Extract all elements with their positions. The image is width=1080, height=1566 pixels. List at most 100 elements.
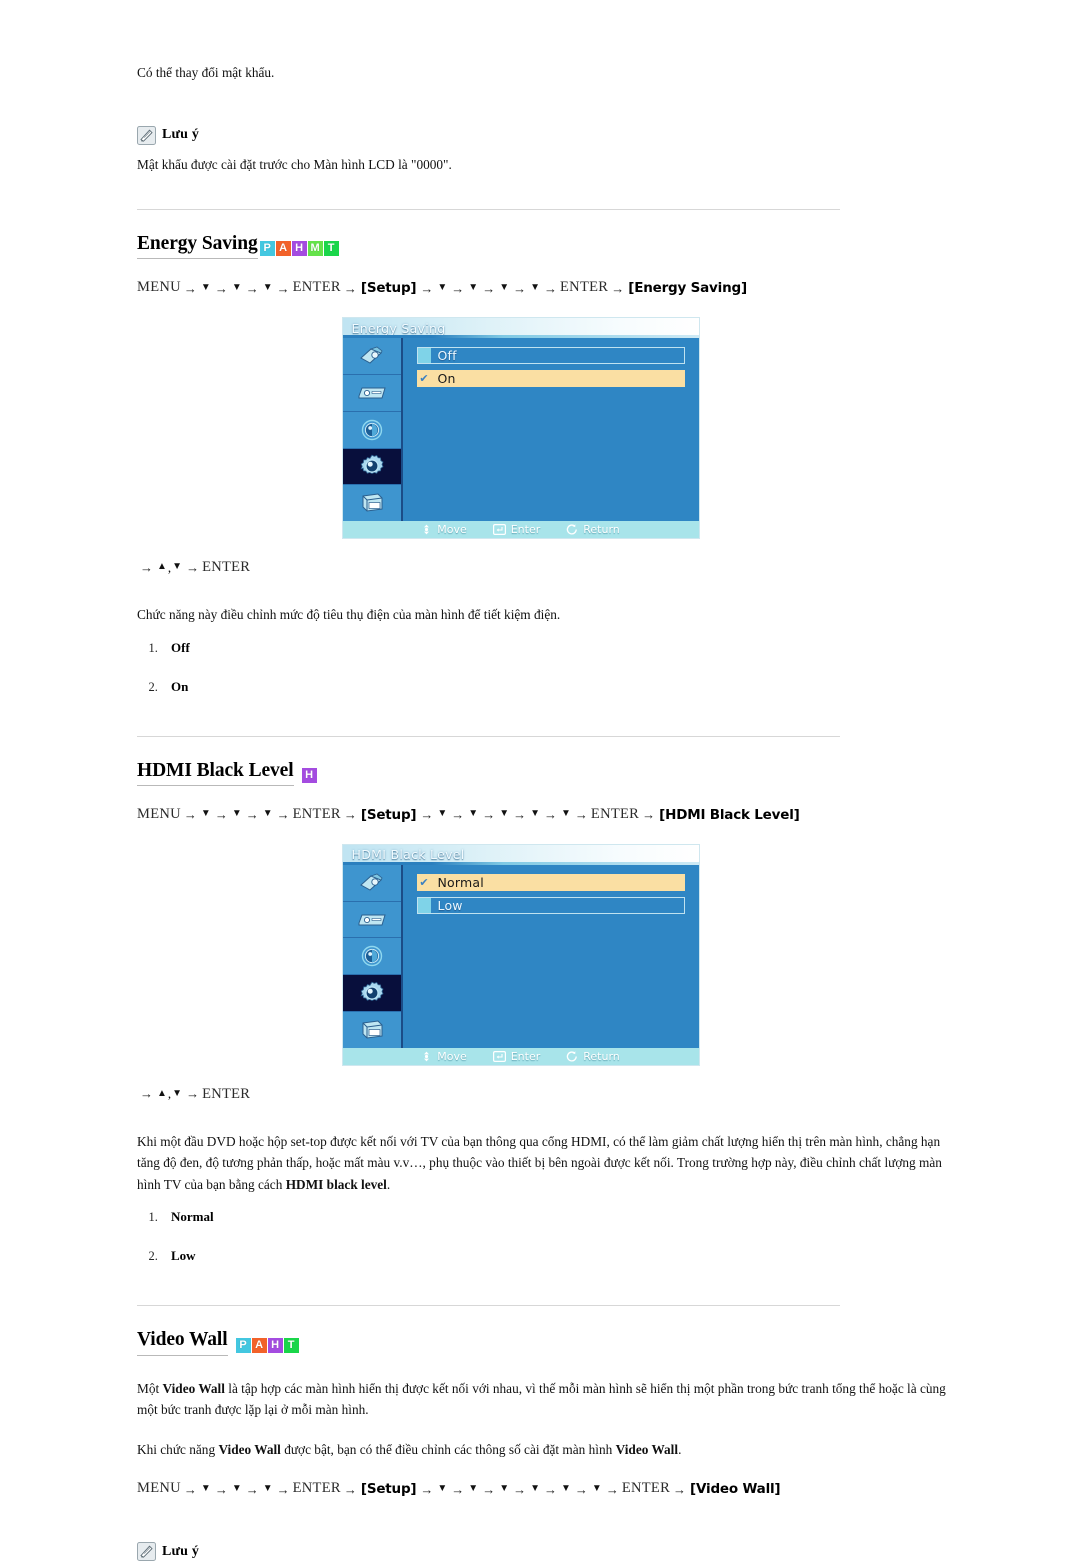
sound-icon — [358, 387, 386, 399]
arrow-icon: → — [276, 1481, 290, 1497]
osd-footer-move: Move — [421, 523, 467, 536]
arrow-icon: → — [482, 1481, 496, 1497]
menu-path-video-wall: MENU → ▼ → ▼ → ▼ → ENTER → [Setup] → ▼ →… — [137, 1478, 950, 1500]
osd-sidebar — [342, 338, 403, 522]
arrow-icon: → — [451, 1481, 465, 1497]
arrow-icon: → — [343, 280, 357, 296]
menu-path-enter: ENTER — [292, 279, 341, 296]
osd-option-row-selected[interactable]: ✔ Normal — [416, 873, 685, 891]
chevron-down-icon: ▼ — [200, 281, 211, 293]
setup-circle-icon — [361, 419, 382, 440]
gear-icon — [360, 981, 383, 1002]
menu-path-osd-target: [Video Wall] — [690, 1481, 781, 1498]
badge-p: P — [259, 241, 275, 257]
multicontrol-icon — [362, 493, 382, 512]
osd-footer-bar: Move Enter Return — [342, 1047, 699, 1065]
osd-screenshot-hdmi-black-level: HDMI Black Level ✔ Normal Low Move Enter… — [137, 843, 950, 1066]
osd-sidebar-item-setup-gear[interactable] — [342, 448, 401, 486]
chevron-down-icon: ▼ — [530, 808, 541, 820]
menu-path-osd-target: [HDMI Black Level] — [659, 806, 800, 823]
arrow-icon: → — [611, 280, 625, 296]
osd-sidebar-item-multi-control[interactable] — [342, 1012, 401, 1048]
arrow-icon: → — [245, 1481, 259, 1497]
arrow-icon: → — [343, 807, 357, 823]
badge-h: H — [301, 768, 317, 784]
osd-sidebar-item-setup-circle[interactable] — [342, 411, 401, 449]
menu-path-enter-2: ENTER — [590, 806, 640, 823]
osd-option-label: Low — [437, 897, 463, 913]
osd-sidebar-item-picture[interactable] — [342, 864, 401, 902]
osd-footer-enter-label: Enter — [510, 523, 541, 537]
osd-sidebar-item-sound[interactable] — [342, 901, 401, 939]
chevron-down-icon: ▼ — [499, 808, 510, 820]
chevron-down-icon: ▼ — [231, 1482, 242, 1494]
arrow-icon: → — [513, 280, 527, 296]
menu-path-osd-target: [Energy Saving] — [628, 280, 747, 297]
arrow-icon: → — [482, 807, 496, 823]
osd-option-row[interactable]: Low — [416, 896, 685, 914]
arrow-icon: → — [183, 280, 197, 296]
note-header: Lưu ý — [137, 125, 950, 145]
arrow-icon: → — [605, 1481, 619, 1497]
chevron-down-icon: ▼ — [172, 561, 183, 573]
hdmi-description-part1: Khi một đầu DVD hoặc hộp set-top được kế… — [137, 1133, 942, 1192]
osd-window: HDMI Black Level ✔ Normal Low Move Enter… — [341, 843, 700, 1066]
menu-path-start: MENU — [137, 806, 181, 823]
osd-footer-return-label: Return — [583, 1049, 620, 1063]
option-label-off: Off — [171, 639, 190, 655]
chevron-down-icon: ▼ — [200, 808, 211, 820]
video-wall-paragraph-2: Khi chức năng Video Wall được bật, bạn c… — [137, 1439, 950, 1461]
osd-window: Energy Saving Off ✔ On Move Enter Return — [341, 317, 700, 540]
menu-path-osd-setup: [Setup] — [360, 806, 417, 823]
setup-circle-icon — [361, 946, 382, 967]
chevron-down-icon: ▼ — [499, 281, 510, 293]
osd-footer-move-label: Move — [437, 1049, 467, 1063]
osd-sidebar-item-picture[interactable] — [342, 338, 401, 375]
menu-path-enter: ENTER — [292, 806, 341, 823]
move-icon — [421, 524, 432, 535]
badge-p: P — [235, 1337, 251, 1353]
arrow-icon: → — [140, 1086, 153, 1102]
chevron-down-icon: ▼ — [468, 808, 479, 820]
page-title-energy-saving: Energy Saving — [137, 232, 258, 260]
arrow-icon: → — [245, 280, 259, 296]
multicontrol-icon — [362, 1020, 382, 1039]
osd-title-text: HDMI Black Level — [351, 847, 465, 863]
osd-footer-move-label: Move — [437, 523, 467, 537]
osd-option-row-selected[interactable]: ✔ On — [416, 370, 685, 388]
osd-sidebar-item-multi-control[interactable] — [342, 485, 401, 522]
menu-path-enter: ENTER — [292, 1480, 341, 1497]
model-badges-hdmi: H — [301, 768, 317, 786]
hdmi-description-bold: HDMI black level — [285, 1176, 387, 1192]
vw-p2-bold1: Video Wall — [218, 1441, 281, 1457]
osd-sidebar-item-setup-circle[interactable] — [342, 938, 401, 976]
note-pencil-icon — [137, 125, 156, 145]
short-path-enter: ENTER — [202, 1085, 251, 1102]
menu-path-enter-2: ENTER — [621, 1480, 671, 1497]
picture-icon — [359, 346, 383, 364]
badge-a: A — [275, 241, 291, 257]
osd-option-list: Off ✔ On — [403, 338, 699, 521]
osd-sidebar-item-sound[interactable] — [342, 374, 401, 412]
chevron-down-icon: ▼ — [437, 281, 448, 293]
short-path-energy-saving: → ▲ , ▼ → ENTER — [137, 559, 950, 576]
vw-p2-part3: . — [678, 1441, 682, 1457]
arrow-icon: → — [245, 807, 259, 823]
osd-footer-enter: Enter — [492, 523, 541, 537]
osd-option-marker — [417, 348, 431, 364]
osd-option-marker — [417, 897, 431, 913]
energy-saving-description: Chức năng này điều chỉnh mức độ tiêu thụ… — [137, 607, 561, 623]
badge-h: H — [291, 241, 307, 257]
osd-sidebar-item-setup-gear[interactable] — [342, 975, 401, 1013]
arrow-icon: → — [214, 1481, 228, 1497]
chevron-down-icon: ▼ — [200, 1482, 211, 1494]
badge-m: M — [307, 241, 323, 257]
osd-body: Off ✔ On — [342, 338, 699, 522]
vw-p2-part2: được bật, bạn có thể điều chỉnh các thôn… — [280, 1441, 616, 1457]
chevron-down-icon: ▼ — [561, 808, 571, 820]
note-block-top: Lưu ý Mật khẩu được cài đặt trước cho Mà… — [137, 125, 950, 176]
chevron-down-icon: ▼ — [437, 808, 448, 820]
osd-option-row[interactable]: Off — [416, 347, 685, 365]
note-block-bottom: Lưu ý — [137, 1542, 950, 1562]
osd-title-bar: HDMI Black Level — [342, 844, 699, 865]
